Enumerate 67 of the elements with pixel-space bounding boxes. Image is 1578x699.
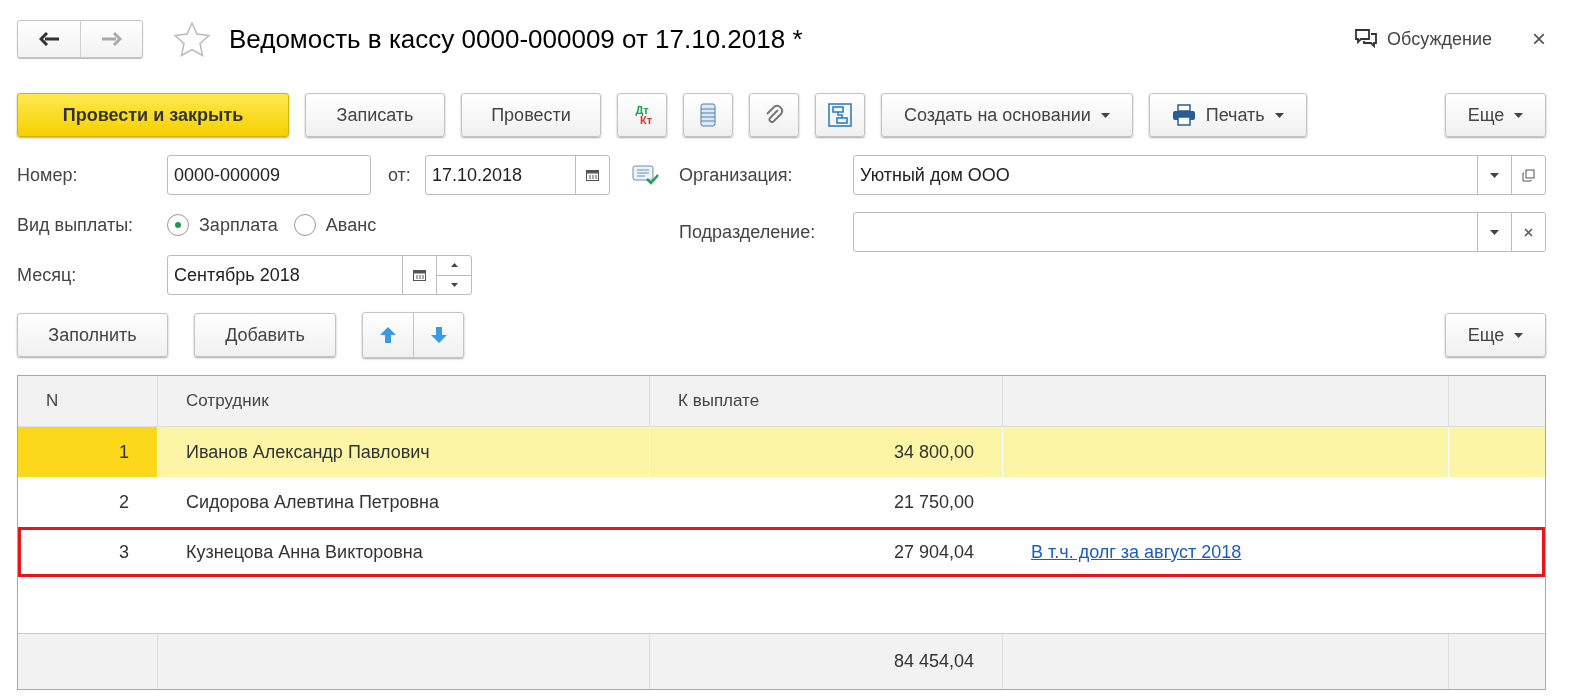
table-cell-text: 2 — [118, 490, 130, 514]
field-label: Подразделение: — [679, 221, 817, 243]
table-cell-text: Кузнецова Анна Викторовна — [185, 540, 424, 564]
more-button[interactable]: Еще — [1445, 93, 1546, 137]
radio-option[interactable]: Аванс — [293, 214, 377, 236]
field-label: от: — [388, 164, 412, 186]
table-cell-text: 21 750,00 — [892, 490, 975, 514]
open-window-icon — [1522, 168, 1535, 182]
field-label: Организация: — [679, 164, 794, 186]
printer-icon — [1171, 104, 1196, 126]
down-caret-icon — [450, 282, 458, 287]
subdivision-field[interactable] — [853, 212, 1546, 252]
stack-icon — [700, 103, 716, 127]
close-button[interactable]: × — [1532, 25, 1546, 53]
toolbar-button[interactable]: Записать — [305, 93, 445, 137]
right-arrow-icon — [101, 32, 122, 46]
down-arrow-icon — [429, 326, 448, 344]
fill-button[interactable]: Заполнить — [17, 313, 168, 357]
table-cell-text: 27 904,04 — [892, 540, 975, 564]
clear-icon — [1524, 227, 1533, 237]
month-field[interactable]: Сентябрь 2018 — [167, 255, 472, 295]
date-field[interactable]: 17.10.2018 — [425, 155, 610, 195]
calendar-icon — [413, 269, 426, 281]
organization-field[interactable]: Уютный дом ООО — [853, 155, 1546, 195]
left-arrow-icon — [39, 32, 59, 46]
caret-icon — [1514, 332, 1524, 338]
column-header[interactable]: Сотрудник — [186, 391, 269, 411]
field-label: Номер: — [17, 164, 79, 186]
toolbar-button[interactable]: Провести — [461, 93, 601, 137]
total-cell: 84 454,04 — [650, 634, 1003, 689]
caret-icon — [1100, 112, 1110, 118]
discussion-button[interactable]: Обсуждение — [1355, 28, 1492, 50]
calendar-icon — [586, 169, 599, 181]
field-label: Вид выплаты: — [17, 214, 135, 236]
add-button[interactable]: Добавить — [194, 313, 336, 357]
print-button[interactable]: Печать — [1148, 93, 1307, 137]
more-button[interactable]: Еще — [1445, 313, 1546, 357]
menu-button[interactable]: Создать на основании — [881, 93, 1133, 137]
table-cell-text: 3 — [118, 540, 130, 564]
radio-option[interactable]: Зарплата — [167, 214, 278, 236]
highlighted-table-row[interactable]: 3 Кузнецова Анна Викторовна 27 904,04 В т.ч. долг за август 2018 — [18, 527, 1545, 577]
column-header[interactable]: К выплате — [678, 391, 760, 411]
column-header[interactable]: N — [46, 391, 59, 411]
structure-icon — [828, 103, 852, 127]
table-row[interactable]: 1 Иванов Александр Павлович 34 800,00 — [18, 427, 1545, 477]
window-title: Ведомость в кассу 0000-000009 от 17.10.2018 * — [229, 23, 804, 55]
table-cell: 1 — [18, 427, 158, 477]
table-cell-text: Сидорова Алевтина Петровна — [185, 490, 441, 514]
caret-icon — [1490, 172, 1499, 178]
icon-button[interactable] — [815, 93, 865, 137]
field-label: Месяц: — [17, 264, 78, 286]
icon-button[interactable] — [749, 93, 799, 137]
post-and-close-button[interactable]: Провести и закрыть — [17, 93, 289, 137]
caret-icon — [1490, 229, 1499, 235]
icon-button[interactable] — [683, 93, 733, 137]
number-field[interactable]: 0000-000009 — [167, 155, 371, 195]
up-caret-icon — [450, 263, 458, 268]
debt-link[interactable]: В т.ч. долг за август 2018 — [1031, 541, 1242, 563]
chat-icon — [1355, 29, 1378, 49]
debit-credit-icon: Дт Кт — [631, 105, 653, 125]
document-check-icon[interactable] — [632, 164, 660, 186]
caret-icon — [1274, 112, 1284, 118]
paperclip-icon — [764, 104, 784, 126]
caret-icon — [1514, 112, 1524, 118]
star-icon[interactable] — [173, 21, 211, 57]
up-arrow-icon — [379, 326, 397, 344]
icon-button[interactable]: Дт Кт — [617, 93, 667, 137]
